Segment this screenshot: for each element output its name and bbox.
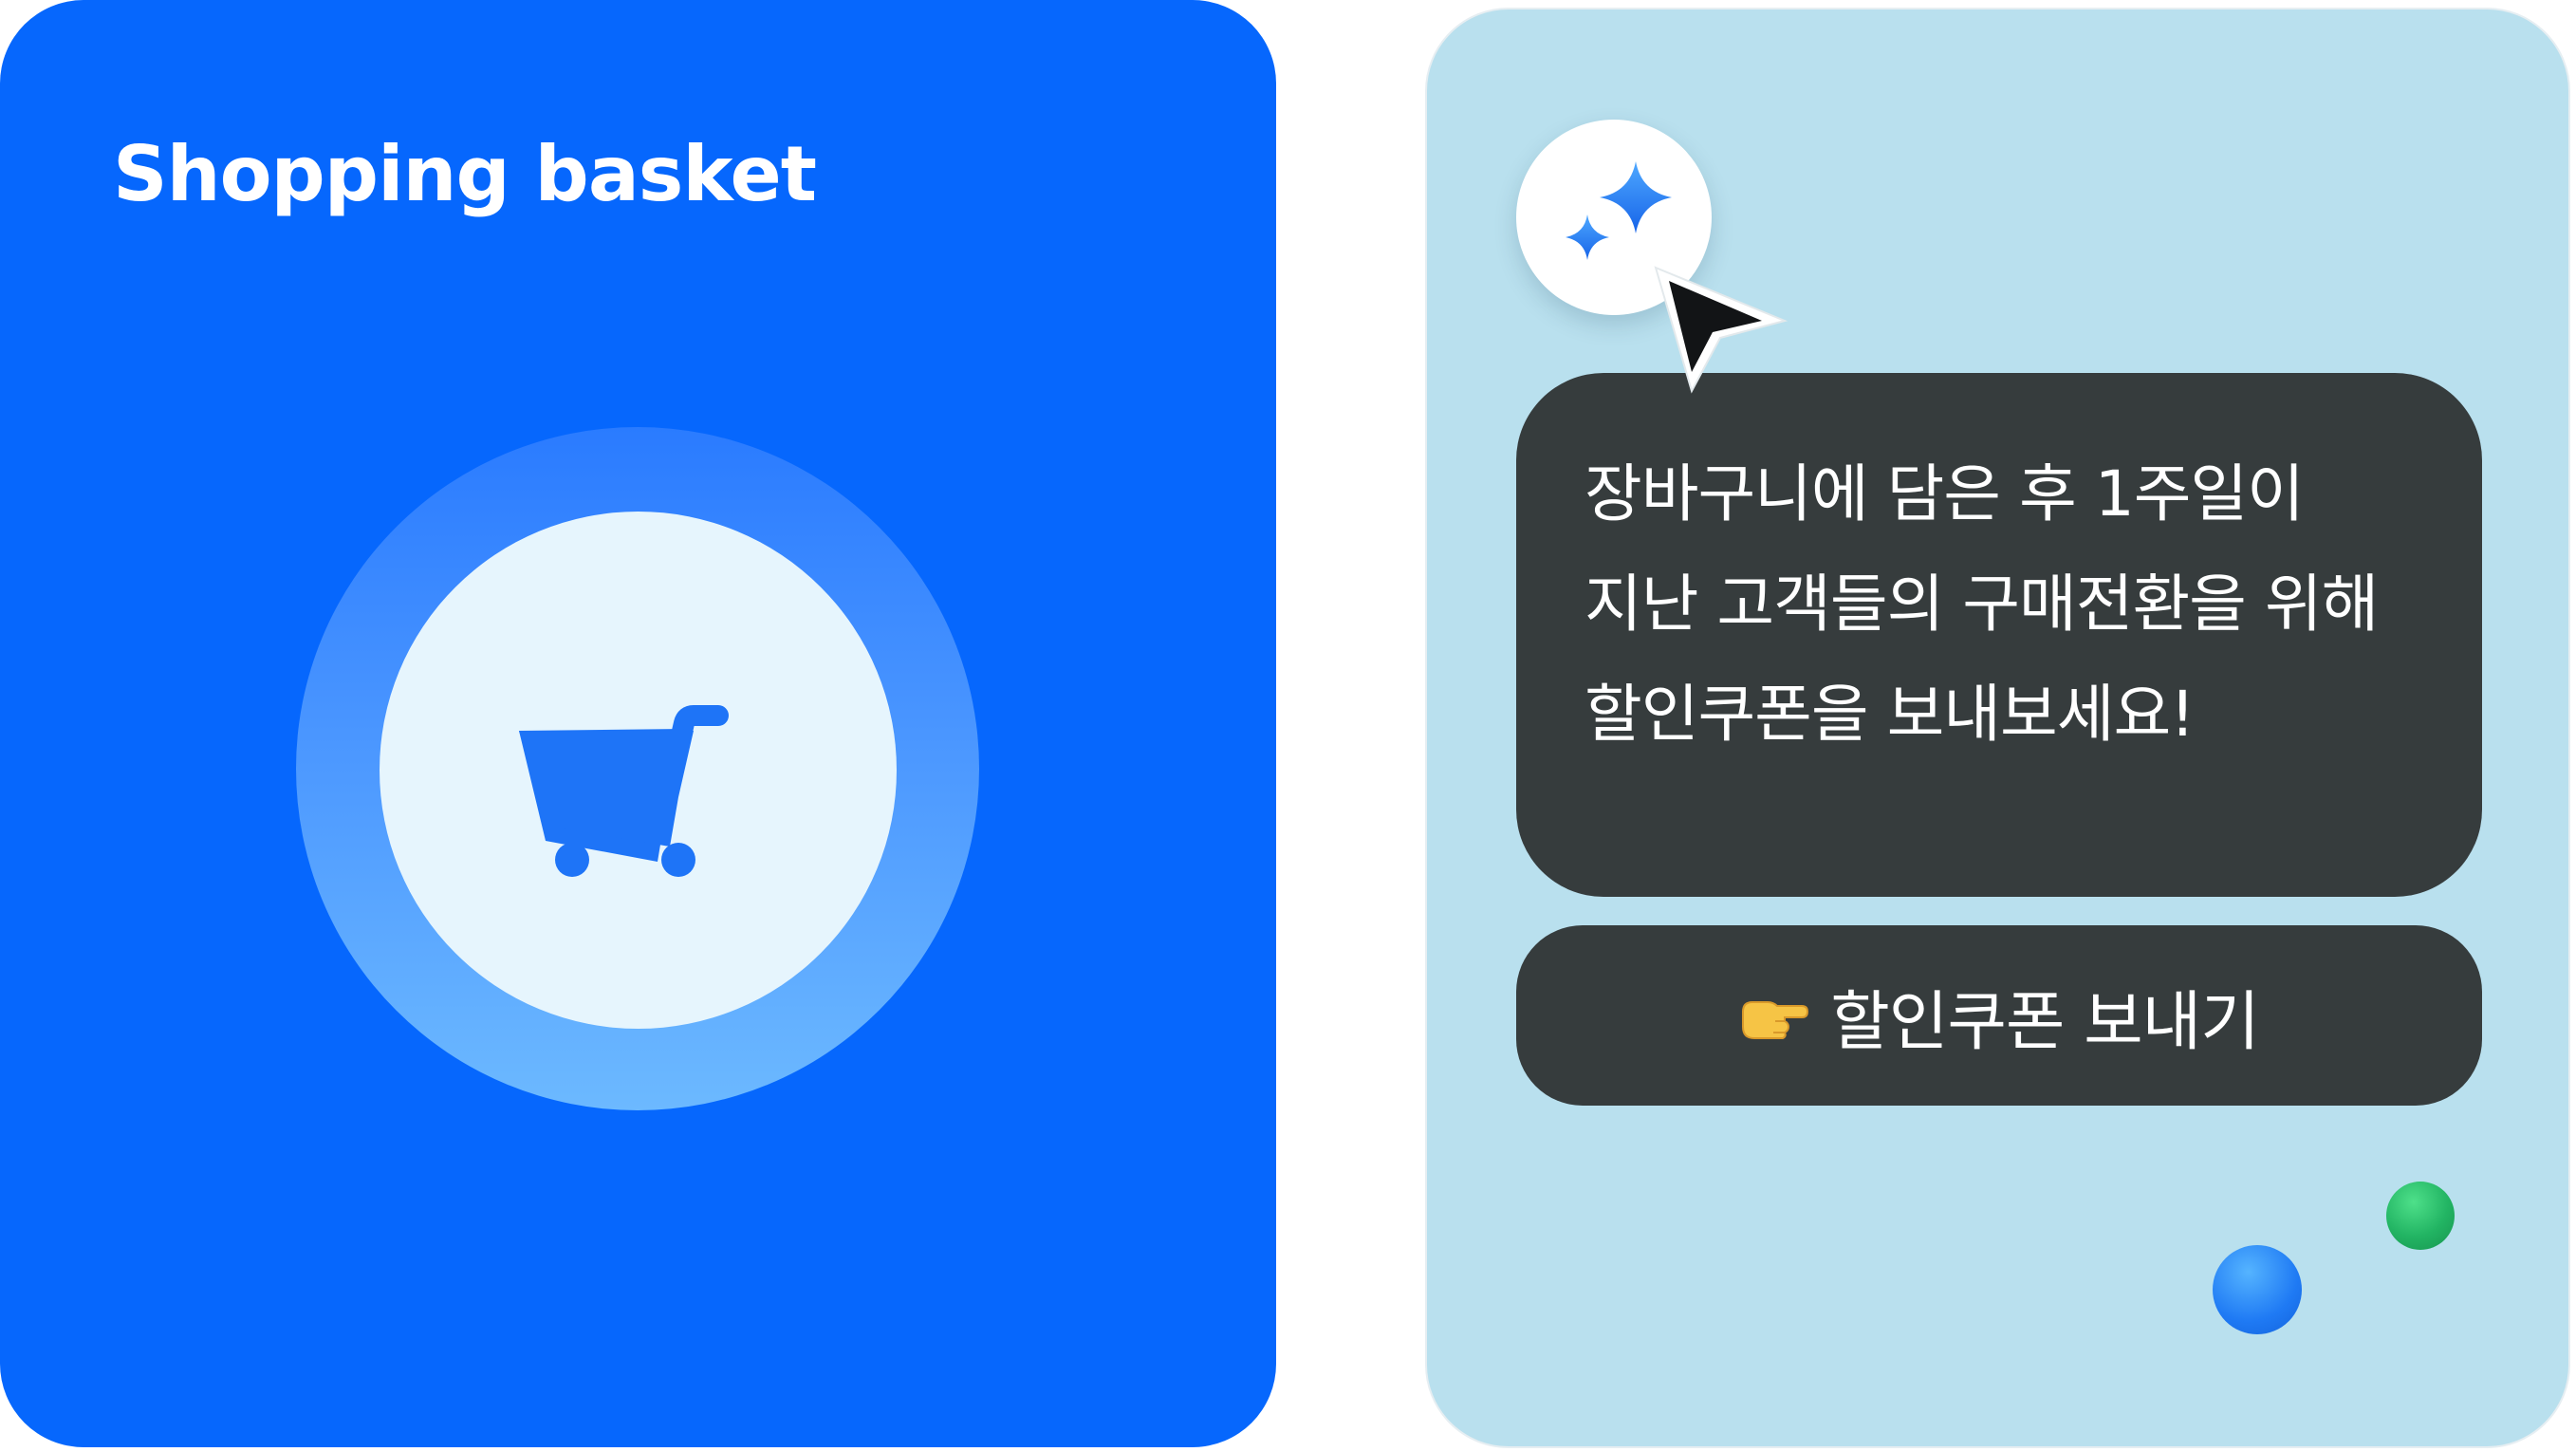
message-text: 장바구니에 담은 후 1주일이 지난 고객들의 구매전환을 위해 할인쿠폰을 보… [1585,457,2379,751]
blue-dot [2213,1245,2302,1334]
shopping-cart-icon [519,705,729,877]
send-coupon-label: 할인쿠폰 보내기 [1830,984,2260,1060]
green-dot [2386,1182,2455,1250]
message-bubble: 장바구니에 담은 후 1주일이 지난 고객들의 구매전환을 위해 할인쿠폰을 보… [1516,373,2482,897]
basket-title: Shopping basket [113,130,817,218]
canvas: Shopping basket 장바구니에 담은 후 1주일이 지난 고객들의 … [0,0,2576,1452]
shopping-basket-card: Shopping basket [0,0,1276,1447]
mouse-pointer-icon [1654,266,1788,394]
backhand-index-pointing-right-icon [1742,1001,1809,1039]
send-coupon-button[interactable]: 할인쿠폰 보내기 [1516,925,2482,1106]
